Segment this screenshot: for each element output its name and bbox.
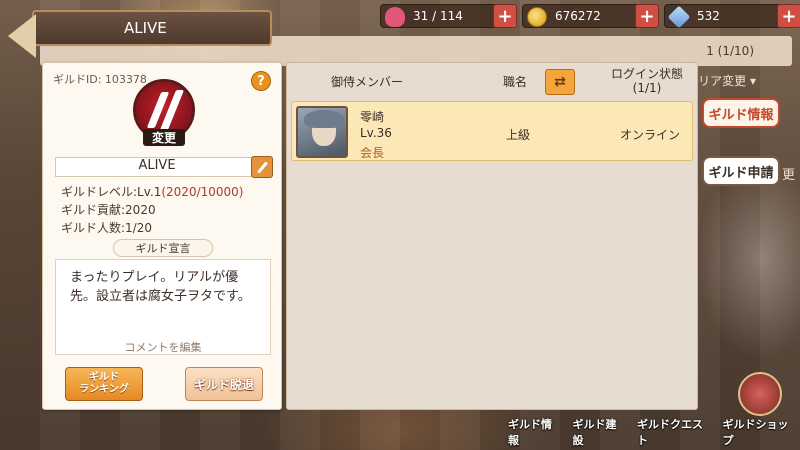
ranking-label: ギルド ランキング: [79, 372, 129, 395]
area-change-dropdown[interactable]: リア変更 ▾: [698, 72, 756, 89]
col-member: 御侍メンバー: [331, 75, 404, 89]
emblem-change-button[interactable]: 変更: [143, 129, 185, 146]
stamina-counter: 31 / 114 +: [380, 4, 517, 28]
side-fragment: 更: [782, 168, 796, 183]
edit-name-icon[interactable]: [251, 156, 273, 178]
col-role: 職名: [503, 75, 528, 89]
gem-value: 532: [697, 9, 720, 23]
guild-name-tab[interactable]: ALIVE: [32, 10, 272, 46]
member-level: Lv.36: [360, 126, 392, 140]
declaration-text: まったりプレイ。リアルが優先。設立者は腐女子ヲタです。: [70, 270, 251, 304]
leave-guild-button[interactable]: ギルド脱退: [185, 367, 263, 401]
member-title: 会長: [360, 146, 385, 160]
guild-member-count: ギルド人数:1/20: [61, 221, 152, 235]
member-status: オンライン: [620, 128, 681, 142]
edit-comment-button[interactable]: コメントを編集: [43, 339, 283, 355]
member-list-panel: 御侍メンバー 職名 ⇄ ログイン状態 (1/1) 零崎 Lv.36 会長 上級 …: [286, 62, 698, 410]
tab-guild-info[interactable]: ギルド情報: [702, 98, 780, 128]
stamina-value: 31 / 114: [413, 9, 463, 23]
member-name: 零崎: [360, 110, 385, 124]
guild-id: ギルドID: 103378: [53, 73, 147, 86]
gem-counter: 532 +: [664, 4, 800, 29]
guild-name: ALIVE: [55, 157, 259, 177]
nav-guild-build[interactable]: ギルド建設: [569, 414, 630, 450]
nav-guild-quest[interactable]: ギルドクエスト: [633, 414, 715, 450]
add-stamina-button[interactable]: +: [493, 4, 517, 28]
bottom-nav: ギルド情報 ギルド建設 ギルドクエスト ギルドショップ: [504, 414, 800, 450]
guild-contribution: ギルド貢献:2020: [61, 203, 156, 217]
guild-level-exp: (2020/10000): [161, 185, 244, 199]
guild-level-label: ギルドレベル:Lv.1: [61, 185, 162, 199]
leave-label: ギルド脱退: [193, 377, 254, 392]
guild-tab-label: ALIVE: [124, 19, 167, 37]
tab-guild-apply-label: ギルド申請: [708, 165, 774, 181]
nav-guild-shop[interactable]: ギルドショップ: [719, 414, 800, 450]
table-header: 御侍メンバー 職名 ⇄ ログイン状態 (1/1): [287, 63, 697, 99]
help-icon[interactable]: ?: [251, 71, 271, 91]
sort-swap-button[interactable]: ⇄: [545, 69, 575, 95]
heart-icon: [385, 7, 405, 27]
member-role: 上級: [506, 128, 531, 142]
gem-icon: [667, 5, 691, 29]
add-coin-button[interactable]: +: [635, 4, 659, 28]
coin-value: 676272: [555, 9, 601, 23]
table-row[interactable]: 零崎 Lv.36 会長 上級 オンライン: [291, 101, 693, 161]
coin-counter: 676272 +: [522, 4, 659, 28]
avatar: [296, 106, 348, 158]
tab-guild-apply[interactable]: ギルド申請: [702, 156, 780, 186]
guild-ranking-button[interactable]: ギルド ランキング: [65, 367, 143, 401]
tab-guild-info-label: ギルド情報: [708, 107, 774, 123]
back-arrow-icon[interactable]: [8, 14, 36, 58]
list-count: 1 (1/10): [706, 44, 754, 58]
guild-level: ギルドレベル:Lv.1(2020/10000): [61, 183, 243, 200]
nav-guild-info[interactable]: ギルド情報: [504, 414, 565, 450]
declaration-label: ギルド宣言: [113, 239, 213, 257]
coin-icon: [527, 7, 547, 27]
col-login: ログイン状態 (1/1): [610, 67, 683, 95]
resource-bar: 31 / 114 + 676272 + 532 +: [380, 4, 800, 29]
add-gem-button[interactable]: +: [777, 4, 800, 28]
shop-emblem-icon[interactable]: [738, 372, 782, 416]
guild-info-panel: ギルドID: 103378 ? 変更 ALIVE ギルドレベル:Lv.1(202…: [42, 62, 282, 410]
